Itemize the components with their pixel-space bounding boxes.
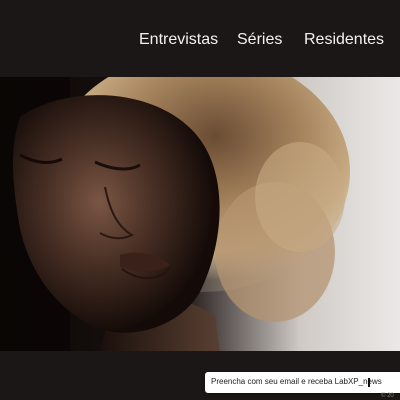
nav-link-residentes[interactable]: Residentes bbox=[304, 30, 384, 50]
portrait-illustration bbox=[0, 77, 400, 351]
main-nav: Entrevistas Séries Residentes bbox=[0, 30, 400, 52]
text-cursor bbox=[368, 378, 370, 387]
hero-image bbox=[0, 77, 400, 351]
copyright-text: © 20 bbox=[381, 393, 394, 399]
nav-link-series[interactable]: Séries bbox=[237, 30, 282, 50]
top-navigation-bar: Entrevistas Séries Residentes bbox=[0, 0, 400, 77]
newsletter-prompt: Preencha com seu email e receba LabXP_ne… bbox=[211, 377, 382, 386]
nav-link-entrevistas[interactable]: Entrevistas bbox=[139, 30, 218, 50]
newsletter-signup-banner[interactable]: Preencha com seu email e receba LabXP_ne… bbox=[205, 372, 400, 393]
